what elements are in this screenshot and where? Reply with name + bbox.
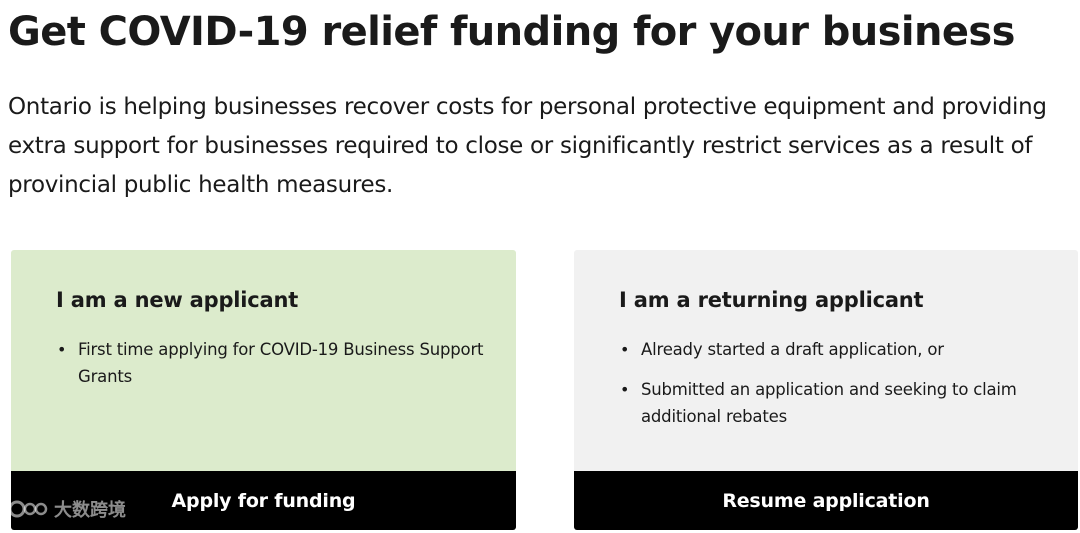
returning-applicant-heading: I am a returning applicant: [619, 288, 924, 312]
returning-applicant-card: I am a returning applicant • Already sta…: [574, 250, 1078, 530]
intro-paragraph: Ontario is helping businesses recover co…: [8, 94, 1047, 198]
list-item: • First time applying for COVID-19 Busin…: [56, 336, 486, 390]
apply-for-funding-button[interactable]: Apply for funding: [11, 471, 516, 530]
bullet-icon: •: [620, 340, 630, 359]
resume-application-button[interactable]: Resume application: [574, 471, 1078, 530]
list-item: • Submitted an application and seeking t…: [619, 376, 1048, 430]
list-item-text: Already started a draft application, or: [641, 340, 944, 359]
bullet-icon: •: [620, 380, 630, 399]
list-item: • Already started a draft application, o…: [619, 336, 1048, 363]
list-item-text: Submitted an application and seeking to …: [641, 380, 1017, 426]
list-item-text: First time applying for COVID-19 Busines…: [78, 340, 484, 386]
new-applicant-heading: I am a new applicant: [56, 288, 299, 312]
bullet-icon: •: [57, 340, 67, 359]
page-title: Get COVID-19 relief funding for your bus…: [8, 9, 1015, 55]
new-applicant-card: I am a new applicant • First time applyi…: [11, 250, 516, 530]
returning-applicant-list: • Already started a draft application, o…: [619, 336, 1048, 443]
new-applicant-list: • First time applying for COVID-19 Busin…: [56, 336, 486, 403]
